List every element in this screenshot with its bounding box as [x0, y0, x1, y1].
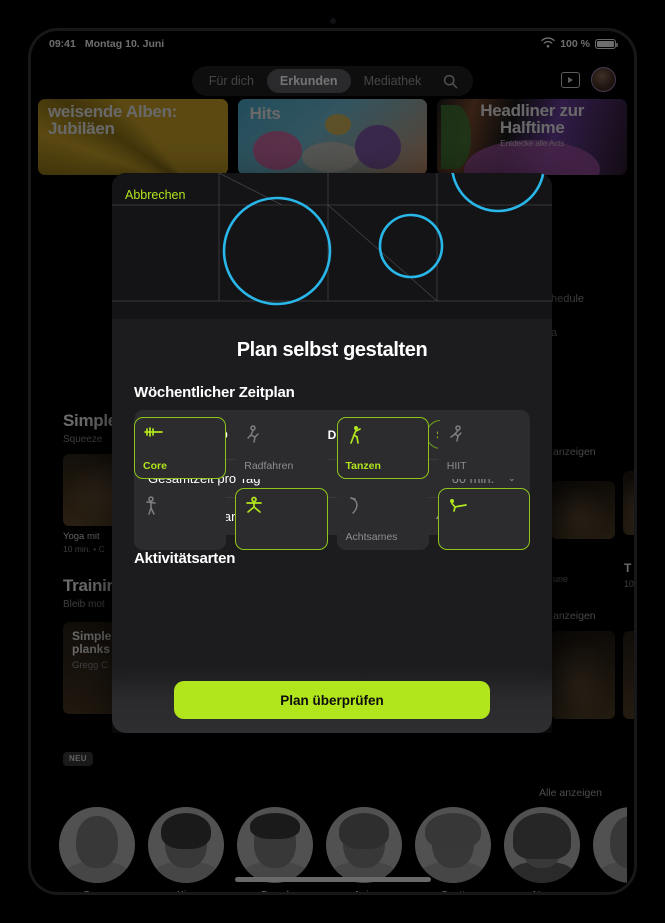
activity-type-grid[interactable]: Core Radfahren Tanzen HIIT Achtsames	[134, 415, 530, 561]
cycling-icon	[244, 425, 318, 445]
ipad-device: weisende Alben: Jubiläen Hits Headliner	[0, 0, 665, 923]
rowing-icon	[447, 496, 521, 516]
activity-name: Achtsames	[345, 531, 398, 543]
device-bezel: weisende Alben: Jubiläen Hits Headliner	[28, 28, 637, 895]
core-icon	[143, 425, 217, 445]
yoga-icon	[244, 496, 318, 516]
activity-tile-hiit[interactable]: HIIT	[437, 417, 530, 479]
activity-name: Radfahren	[244, 460, 294, 472]
activity-tile-cycling[interactable]: Radfahren	[235, 417, 328, 479]
dance-icon	[346, 425, 420, 445]
activity-tile-yoga[interactable]	[235, 488, 328, 550]
strength-icon	[143, 496, 217, 516]
modal-footer: Plan überprüfen	[112, 667, 552, 733]
activity-tile-core[interactable]: Core	[134, 417, 227, 479]
activity-tile-strength[interactable]	[134, 488, 227, 550]
weekly-schedule-label: Wöchentlicher Zeitplan	[134, 384, 295, 401]
activity-tile-dance[interactable]: Tanzen	[336, 417, 429, 479]
modal-title: Plan selbst gestalten	[236, 339, 428, 361]
activity-name: Tanzen	[345, 460, 381, 472]
activity-tile-rowing[interactable]	[437, 488, 530, 550]
activity-tile-mindful-cooldown[interactable]: Achtsames	[336, 488, 429, 550]
review-plan-button[interactable]: Plan überprüfen	[174, 681, 490, 719]
activity-name: Core	[143, 460, 167, 472]
hiit-icon	[447, 425, 521, 445]
front-camera	[330, 18, 336, 24]
custom-plan-modal: Abbrechen Plan selbst gestalten Wöchentl…	[112, 173, 552, 733]
screen: weisende Alben: Jubiläen Hits Headliner	[31, 31, 634, 892]
activity-name: HIIT	[446, 460, 467, 472]
mindful-cooldown-icon	[346, 496, 420, 516]
modal-header-artwork: Abbrechen	[112, 173, 552, 319]
cancel-button[interactable]: Abbrechen	[125, 188, 185, 202]
